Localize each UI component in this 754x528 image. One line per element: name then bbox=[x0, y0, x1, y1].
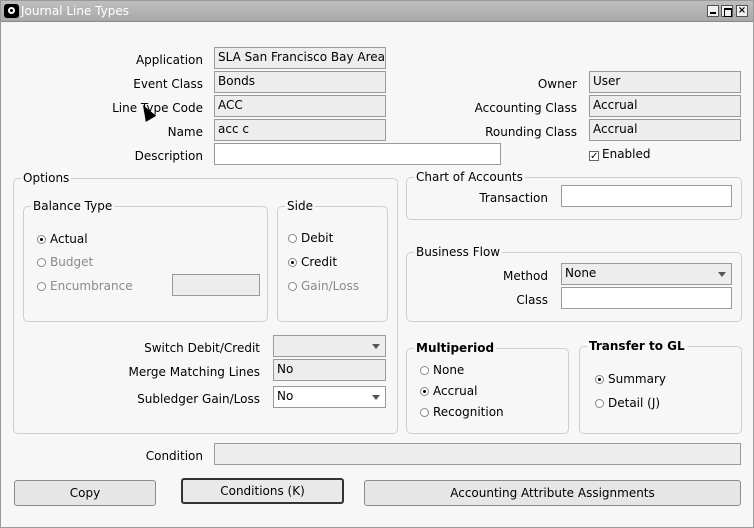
owner-label: Owner bbox=[537, 77, 577, 91]
merge-matching-lines-field[interactable]: No bbox=[273, 359, 386, 381]
merge-matching-lines-label: Merge Matching Lines bbox=[128, 365, 260, 379]
balance-encumbrance-radio: Encumbrance bbox=[37, 279, 133, 293]
line-type-code-label: Line Type Code bbox=[112, 101, 203, 115]
conditions-button[interactable]: Conditions (K) bbox=[181, 478, 344, 504]
description-label: Description bbox=[134, 149, 203, 163]
transaction-field[interactable] bbox=[561, 185, 732, 207]
transfer-detail-radio[interactable]: Detail (J) bbox=[595, 396, 660, 410]
app-icon bbox=[4, 4, 19, 18]
radio-selected-icon bbox=[420, 387, 429, 396]
radio-icon bbox=[288, 234, 297, 243]
enabled-label: Enabled bbox=[602, 147, 651, 161]
radio-selected-icon bbox=[288, 258, 297, 267]
side-credit-radio[interactable]: Credit bbox=[288, 255, 337, 269]
enabled-checkbox[interactable]: ✓ Enabled bbox=[589, 147, 651, 162]
balance-type-title: Balance Type bbox=[31, 199, 115, 213]
name-field[interactable]: acc c bbox=[214, 119, 386, 141]
window-title: Journal Line Types bbox=[21, 4, 129, 18]
subledger-gain-loss-select[interactable]: No bbox=[273, 386, 386, 408]
method-select[interactable]: None bbox=[561, 263, 732, 285]
class-field[interactable] bbox=[561, 287, 732, 309]
condition-field[interactable] bbox=[214, 443, 741, 465]
transfer-to-gl-title: Transfer to GL bbox=[587, 339, 687, 353]
switch-debit-credit-label: Switch Debit/Credit bbox=[144, 341, 260, 355]
radio-icon bbox=[288, 282, 297, 291]
maximize-icon[interactable] bbox=[721, 5, 733, 17]
radio-icon bbox=[37, 258, 46, 267]
radio-icon bbox=[595, 399, 604, 408]
balance-actual-radio[interactable]: Actual bbox=[37, 232, 88, 246]
copy-button[interactable]: Copy bbox=[14, 480, 156, 506]
side-title: Side bbox=[285, 199, 315, 213]
side-gain-loss-radio: Gain/Loss bbox=[288, 279, 359, 293]
application-field[interactable]: SLA San Francisco Bay Area bbox=[214, 47, 386, 69]
application-label: Application bbox=[135, 53, 203, 67]
event-class-field[interactable]: Bonds bbox=[214, 71, 386, 93]
description-field[interactable] bbox=[214, 143, 501, 165]
side-debit-radio[interactable]: Debit bbox=[288, 231, 333, 245]
transfer-summary-label: Summary bbox=[608, 372, 666, 386]
side-debit-label: Debit bbox=[301, 231, 334, 245]
class-label: Class bbox=[516, 293, 548, 307]
multiperiod-accrual-radio[interactable]: Accrual bbox=[420, 384, 477, 398]
name-label: Name bbox=[167, 125, 203, 139]
title-bar[interactable]: Journal Line Types × bbox=[1, 1, 753, 22]
minimize-icon[interactable] bbox=[707, 5, 719, 17]
condition-label: Condition bbox=[145, 449, 203, 463]
multiperiod-accrual-label: Accrual bbox=[433, 384, 478, 398]
owner-field[interactable]: User bbox=[589, 71, 741, 93]
radio-icon bbox=[420, 366, 429, 375]
event-class-label: Event Class bbox=[133, 77, 203, 91]
radio-icon bbox=[37, 282, 46, 291]
multiperiod-recognition-radio[interactable]: Recognition bbox=[420, 405, 504, 419]
transfer-summary-radio[interactable]: Summary bbox=[595, 372, 666, 386]
close-icon[interactable]: × bbox=[736, 5, 748, 17]
checkmark-icon: ✓ bbox=[589, 151, 599, 162]
method-label: Method bbox=[502, 269, 548, 283]
side-credit-label: Credit bbox=[301, 255, 338, 269]
accounting-class-label: Accounting Class bbox=[474, 101, 577, 115]
encumbrance-type-field bbox=[172, 274, 260, 296]
side-gain-loss-label: Gain/Loss bbox=[301, 279, 359, 293]
multiperiod-none-label: None bbox=[433, 363, 465, 377]
accounting-class-field[interactable]: Accrual bbox=[589, 95, 741, 117]
transfer-to-gl-group bbox=[579, 346, 742, 434]
radio-selected-icon bbox=[37, 235, 46, 244]
balance-encumbrance-label: Encumbrance bbox=[50, 279, 133, 293]
multiperiod-recognition-label: Recognition bbox=[433, 405, 504, 419]
balance-budget-label: Budget bbox=[50, 255, 94, 269]
multiperiod-title: Multiperiod bbox=[414, 341, 497, 355]
balance-actual-label: Actual bbox=[50, 232, 88, 246]
accounting-attribute-assignments-button[interactable]: Accounting Attribute Assignments bbox=[364, 480, 741, 506]
radio-selected-icon bbox=[595, 375, 604, 384]
journal-line-types-window: Journal Line Types × Application SLA San… bbox=[0, 0, 754, 528]
multiperiod-none-radio[interactable]: None bbox=[420, 363, 464, 377]
radio-icon bbox=[420, 408, 429, 417]
switch-debit-credit-select[interactable] bbox=[273, 335, 386, 357]
line-type-code-field[interactable]: ACC bbox=[214, 95, 386, 117]
subledger-gain-loss-label: Subledger Gain/Loss bbox=[137, 392, 260, 406]
rounding-class-field[interactable]: Accrual bbox=[589, 119, 741, 141]
business-flow-title: Business Flow bbox=[414, 245, 503, 259]
rounding-class-label: Rounding Class bbox=[485, 125, 577, 139]
options-title: Options bbox=[21, 171, 72, 185]
transfer-detail-label: Detail (J) bbox=[608, 396, 661, 410]
chart-of-accounts-title: Chart of Accounts bbox=[414, 170, 525, 184]
transaction-label: Transaction bbox=[479, 191, 548, 205]
balance-budget-radio: Budget bbox=[37, 255, 93, 269]
